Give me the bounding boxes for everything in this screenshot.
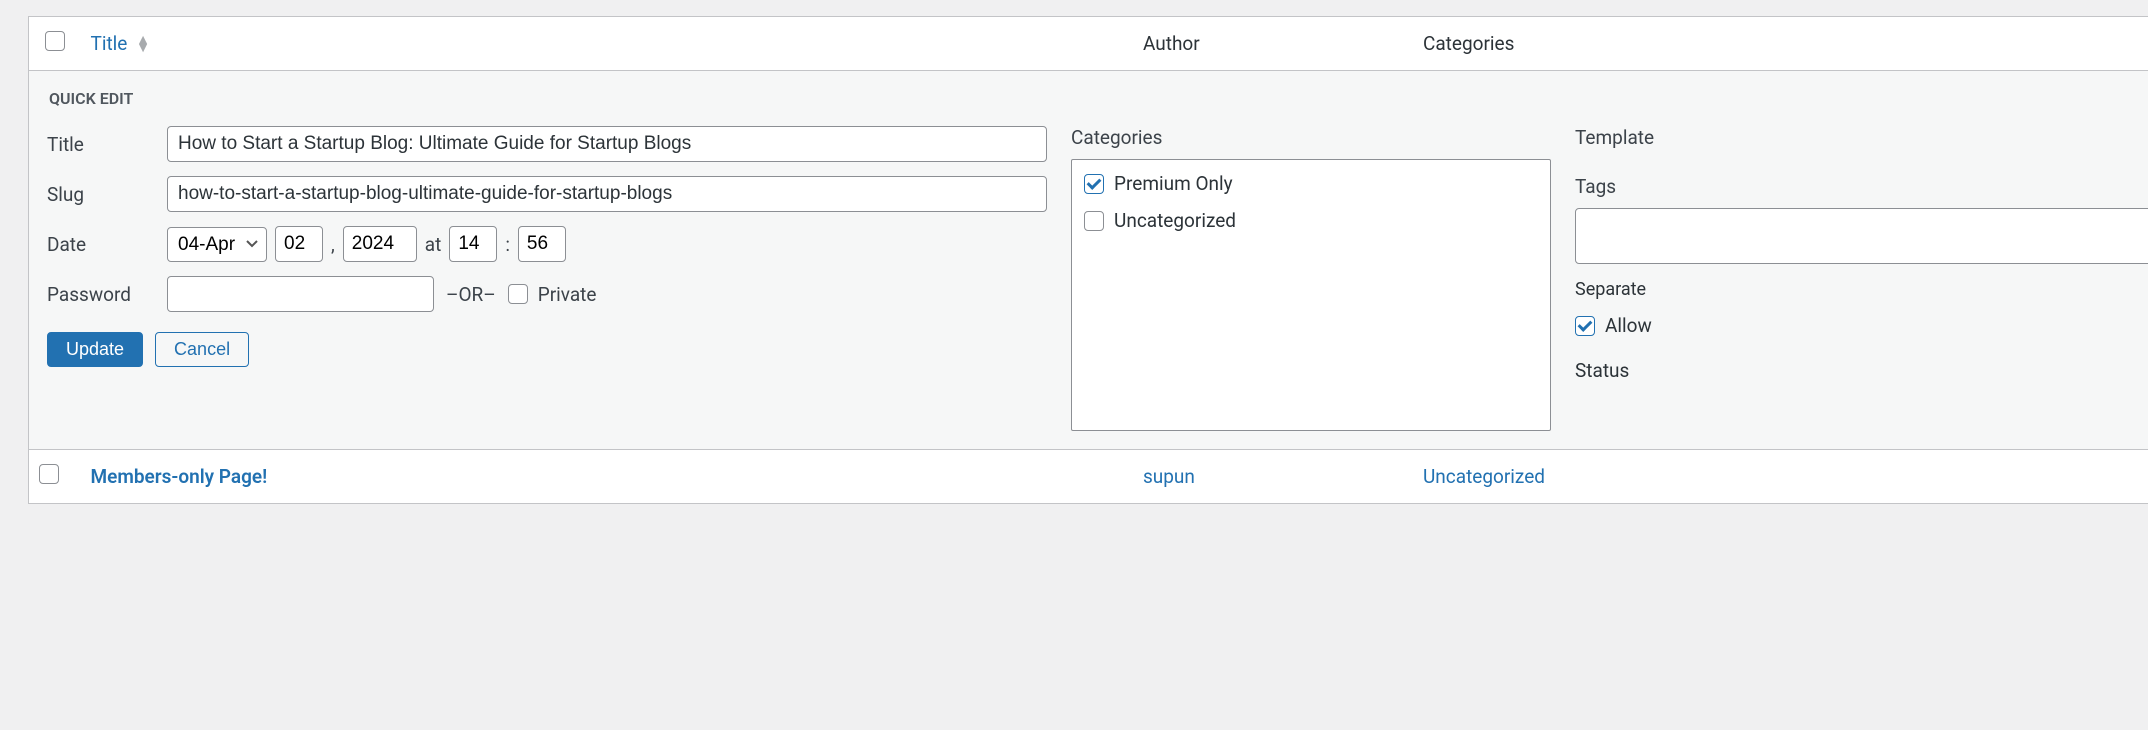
posts-table: Title ▲▼ Author Categories QUICK EDIT Ti… — [28, 16, 2148, 504]
update-button[interactable]: Update — [47, 332, 143, 367]
comma-separator: , — [331, 233, 335, 256]
column-title[interactable]: Title ▲▼ — [81, 17, 1133, 71]
tags-input[interactable] — [1575, 208, 2148, 264]
category-item: Premium Only — [1084, 172, 1538, 195]
tags-hint: Separate — [1575, 279, 2148, 300]
quick-edit-row: QUICK EDIT Title Slug Date — [29, 71, 2148, 450]
colon-separator: : — [505, 233, 510, 256]
private-checkbox[interactable] — [508, 284, 528, 304]
quick-edit-left-column: Title Slug Date 04-Apr — [47, 126, 1047, 431]
column-checkbox — [29, 17, 81, 71]
categories-heading: Categories — [1071, 126, 1551, 149]
select-all-checkbox[interactable] — [45, 31, 65, 51]
day-input[interactable] — [275, 226, 323, 262]
sort-icon: ▲▼ — [136, 37, 150, 52]
table-header-row: Title ▲▼ Author Categories — [29, 17, 2148, 71]
quick-edit-legend: QUICK EDIT — [49, 89, 2148, 108]
post-title-link[interactable]: Members-only Page! — [91, 465, 268, 488]
category-label: Premium Only — [1114, 172, 1233, 195]
categories-box[interactable]: Premium Only Uncategorized — [1071, 159, 1551, 431]
title-input[interactable] — [167, 126, 1047, 162]
column-categories-label: Categories — [1423, 32, 1514, 55]
allow-label: Allow — [1605, 314, 1652, 337]
or-label: –OR– — [446, 283, 496, 306]
category-item: Uncategorized — [1084, 209, 1538, 232]
allow-checkbox[interactable] — [1575, 316, 1595, 336]
year-input[interactable] — [343, 226, 417, 262]
slug-label: Slug — [47, 183, 167, 206]
table-row: Members-only Page! supun Uncategorized — [29, 450, 2148, 504]
category-checkbox-uncategorized[interactable] — [1084, 211, 1104, 231]
category-checkbox-premium[interactable] — [1084, 174, 1104, 194]
tags-heading: Tags — [1575, 175, 2148, 198]
at-label: at — [425, 233, 442, 256]
status-heading: Status — [1575, 359, 2148, 382]
column-categories[interactable]: Categories — [1413, 17, 2148, 71]
category-label: Uncategorized — [1114, 209, 1236, 232]
column-author[interactable]: Author — [1133, 17, 1413, 71]
month-select[interactable]: 04-Apr — [167, 227, 267, 262]
date-label: Date — [47, 233, 167, 256]
title-label: Title — [47, 133, 167, 156]
quick-edit-right-column: Template Tags Separate Allow Status — [1575, 126, 2148, 431]
column-author-label: Author — [1143, 32, 1200, 55]
cancel-button[interactable]: Cancel — [155, 332, 249, 367]
minute-input[interactable] — [518, 226, 566, 262]
private-label: Private — [538, 283, 597, 306]
password-label: Password — [47, 283, 167, 306]
template-heading: Template — [1575, 126, 2148, 149]
post-category-link[interactable]: Uncategorized — [1423, 465, 1545, 488]
quick-edit-categories-column: Categories Premium Only Uncategorized — [1071, 126, 1551, 431]
row-checkbox[interactable] — [39, 464, 59, 484]
password-input[interactable] — [167, 276, 434, 312]
slug-input[interactable] — [167, 176, 1047, 212]
column-title-label: Title — [91, 32, 128, 55]
hour-input[interactable] — [449, 226, 497, 262]
post-author-link[interactable]: supun — [1143, 465, 1195, 488]
